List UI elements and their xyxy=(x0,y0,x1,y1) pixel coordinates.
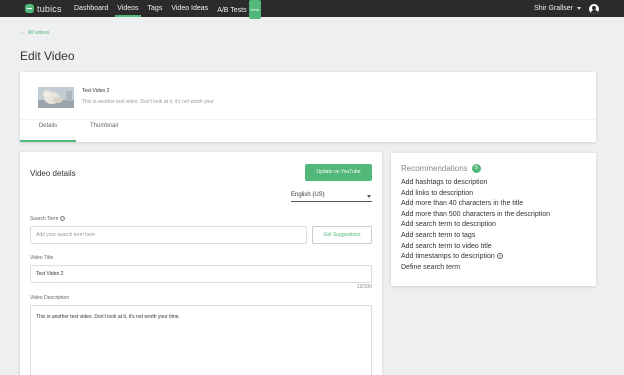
video-description-preview: This is another test video. Don't look a… xyxy=(82,99,214,105)
tab-thumbnail[interactable]: Thumbnail xyxy=(90,123,118,142)
recommendations-title: Recommendations xyxy=(401,164,468,173)
help-icon[interactable]: ? xyxy=(60,216,66,222)
language-value: English (US) xyxy=(291,192,325,198)
nav-item-ab-tests-label: A/B Tests xyxy=(217,7,247,14)
caret-down-icon xyxy=(577,7,581,10)
video-name: Test Video 2 xyxy=(82,88,110,94)
tabs-divider xyxy=(20,119,596,120)
recommendation-item: Add links to description xyxy=(401,189,473,197)
recommendation-item: Add search term to video title xyxy=(401,242,492,250)
back-to-all-videos-link[interactable]: ← All videos xyxy=(20,30,49,36)
update-on-youtube-button[interactable]: Update on YouTube xyxy=(305,164,372,181)
video-details-card: Video details Update on YouTube English … xyxy=(20,152,382,375)
video-description-label: Video Description xyxy=(30,295,70,301)
title-char-count: 12/100 xyxy=(356,284,372,290)
top-navigation-bar: tubics Dashboard Videos Tags Video Ideas… xyxy=(0,0,624,19)
nav-item-videos[interactable]: Videos xyxy=(115,0,141,17)
nav-item-tags[interactable]: Tags xyxy=(148,0,163,17)
logo[interactable]: tubics xyxy=(25,3,62,14)
thumbnail-image xyxy=(38,87,74,108)
caret-down-icon xyxy=(367,195,371,198)
help-icon[interactable]: ? xyxy=(496,252,503,259)
tubics-logo-icon xyxy=(25,4,34,13)
recommendations-count-badge: 9 xyxy=(471,164,481,173)
recommendation-item: Define search term xyxy=(401,263,461,271)
recommendation-item: Add search term to tags xyxy=(401,231,476,239)
nav-item-ab-tests[interactable]: A/B Tests beta xyxy=(217,0,262,19)
logo-text: tubics xyxy=(37,3,62,14)
video-details-title: Video details xyxy=(30,169,76,178)
get-suggestions-button[interactable]: Get Suggestions xyxy=(312,226,372,244)
nav-item-video-ideas[interactable]: Video Ideas xyxy=(171,0,208,17)
back-link-label: All videos xyxy=(28,30,50,36)
recommendation-item: Add more than 500 characters in the desc… xyxy=(401,210,551,218)
search-term-input[interactable]: Add your search term here xyxy=(30,226,307,244)
video-thumbnail xyxy=(38,87,74,108)
page-title: Edit Video xyxy=(20,49,75,63)
recommendations-list: Add hashtags to description Add links to… xyxy=(401,178,550,273)
user-menu[interactable]: Shir Grallser xyxy=(534,0,599,17)
recommendation-item: Add more than 40 characters in the title xyxy=(401,200,524,208)
recommendation-item: Add search term to description xyxy=(401,221,496,229)
arrow-left-icon: ← xyxy=(20,30,26,36)
tab-details[interactable]: Details xyxy=(20,123,76,142)
video-title-input[interactable]: Test Video 2 xyxy=(30,265,372,283)
search-term-label: Search Term? xyxy=(30,216,66,222)
video-description-textarea[interactable]: This is another test video. Don't look a… xyxy=(30,305,372,375)
search-term-label-text: Search Term xyxy=(30,216,59,222)
account-icon[interactable] xyxy=(589,3,599,14)
language-select[interactable]: English (US) xyxy=(291,192,372,202)
recommendation-item-timestamps: Add timestamps to description? xyxy=(401,252,550,263)
user-name: Shir Grallser xyxy=(534,5,573,12)
recommendations-card: Recommendations 9 Add hashtags to descrip… xyxy=(391,153,596,286)
beta-badge: beta xyxy=(248,0,262,19)
main-nav: Dashboard Videos Tags Video Ideas A/B Te… xyxy=(74,0,270,19)
recommendations-header: Recommendations 9 xyxy=(401,164,481,173)
nav-item-dashboard[interactable]: Dashboard xyxy=(74,0,108,17)
video-summary-card: Test Video 2 This is another test video.… xyxy=(20,72,596,142)
recommendation-item-label: Add timestamps to description xyxy=(401,253,495,261)
video-title-label: Video Title xyxy=(30,255,54,261)
recommendation-item: Add hashtags to description xyxy=(401,179,488,186)
